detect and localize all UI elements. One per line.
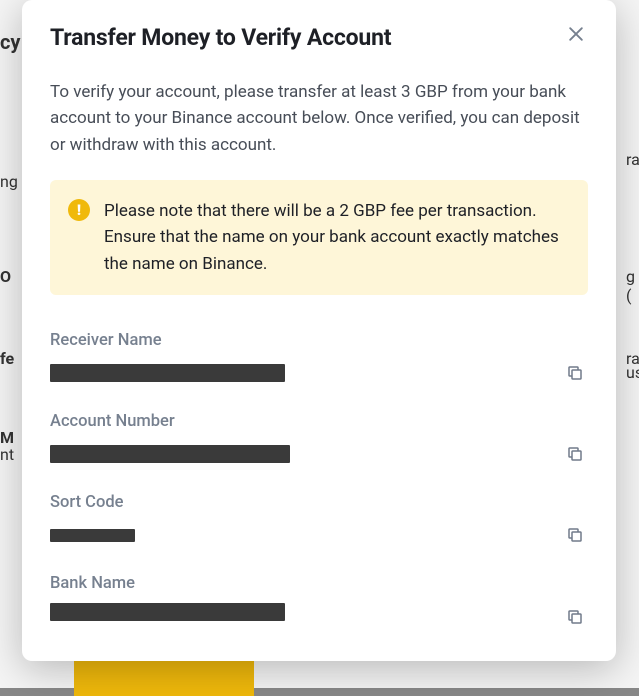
bg-text: cy (0, 30, 21, 54)
field-account-number: Account Number (50, 412, 588, 467)
bg-confirm-button (74, 656, 254, 696)
bg-text: O (0, 267, 11, 286)
transfer-verify-modal: Transfer Money to Verify Account To veri… (22, 0, 616, 661)
modal-title: Transfer Money to Verify Account (50, 24, 391, 51)
field-receiver-name: Receiver Name (50, 331, 588, 386)
field-value-redacted (50, 364, 285, 382)
bg-text: fe (0, 349, 14, 368)
copy-icon (566, 526, 584, 544)
field-value-redacted (50, 529, 135, 542)
copy-icon (566, 445, 584, 463)
copy-icon (566, 608, 584, 626)
bg-text: g ( (626, 267, 639, 305)
field-sort-code: Sort Code (50, 493, 588, 548)
field-label: Bank Name (50, 574, 588, 593)
copy-icon (566, 364, 584, 382)
close-button[interactable] (564, 22, 588, 46)
copy-button[interactable] (562, 360, 588, 386)
warning-icon: ! (68, 199, 90, 221)
bg-text: use (626, 363, 639, 382)
instructions-text: To verify your account, please transfer … (50, 79, 588, 158)
copy-button[interactable] (562, 522, 588, 548)
bg-text: ng (0, 172, 18, 191)
field-label: Receiver Name (50, 331, 588, 350)
field-value-redacted (50, 445, 290, 463)
field-label: Account Number (50, 412, 588, 431)
field-value-redacted (50, 603, 285, 621)
fee-notice: ! Please note that there will be a 2 GBP… (50, 180, 588, 295)
field-bank-name: Bank Name (50, 574, 588, 621)
modal-header: Transfer Money to Verify Account (50, 24, 588, 51)
bg-text: raw (626, 150, 639, 169)
bg-text: nt (0, 445, 14, 464)
copy-button[interactable] (562, 604, 588, 630)
field-label: Sort Code (50, 493, 588, 512)
close-icon (566, 24, 586, 44)
notice-text: Please note that there will be a 2 GBP f… (104, 198, 568, 277)
copy-button[interactable] (562, 441, 588, 467)
